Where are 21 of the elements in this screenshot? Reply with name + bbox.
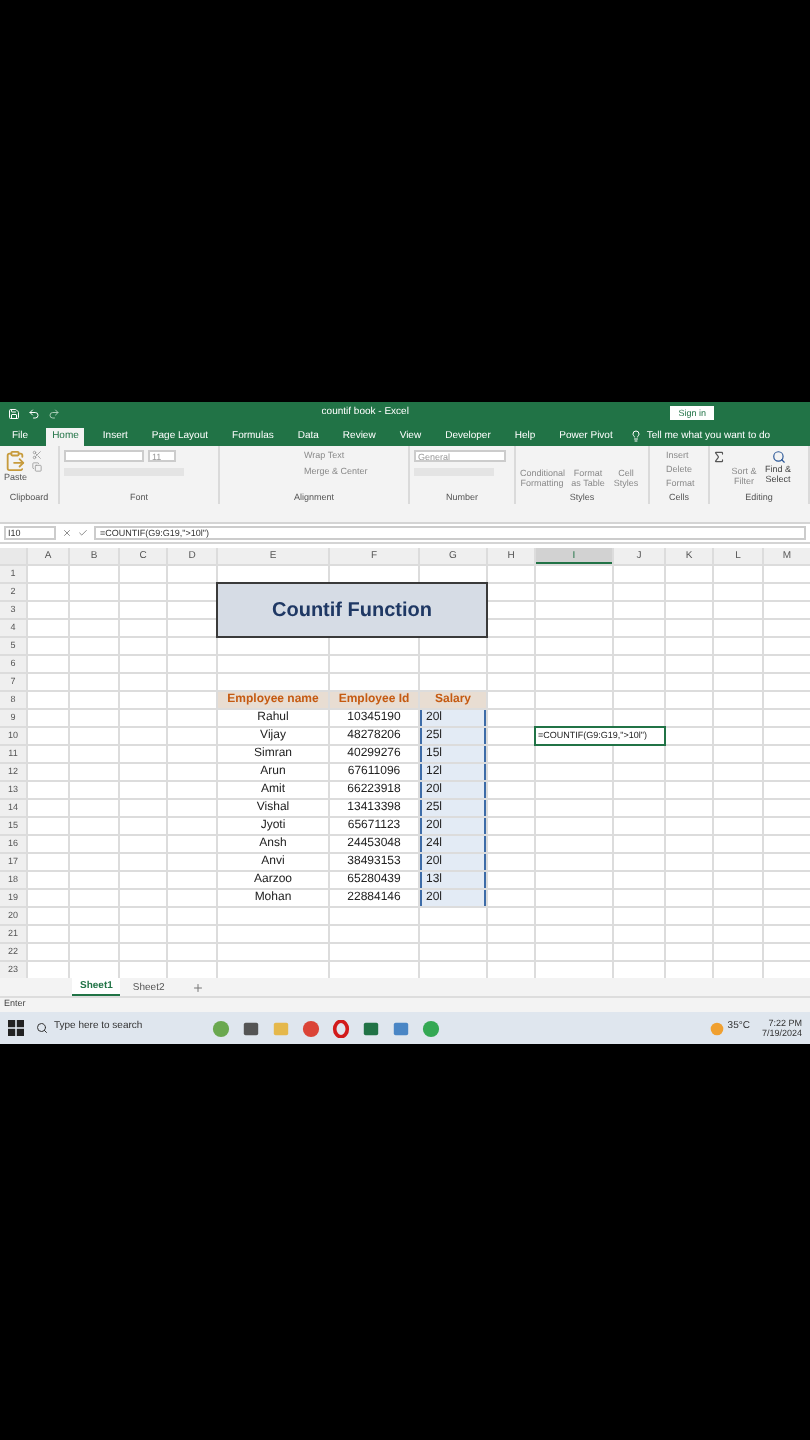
browser-icon[interactable] xyxy=(422,1019,440,1037)
copy-icon[interactable] xyxy=(31,462,42,472)
browser-icon[interactable] xyxy=(302,1019,320,1037)
lightbulb-icon xyxy=(630,430,643,442)
task-view-icon[interactable] xyxy=(242,1019,260,1037)
windows-logo-icon[interactable] xyxy=(8,1020,24,1036)
autosum-icon[interactable] xyxy=(712,450,726,464)
save-icon[interactable] xyxy=(8,407,20,419)
clipboard-icon xyxy=(4,450,27,472)
enter-icon[interactable] xyxy=(78,528,88,538)
cut-icon[interactable] xyxy=(31,450,42,460)
add-sheet-icon[interactable] xyxy=(192,981,205,993)
widget-icon[interactable] xyxy=(212,1019,230,1037)
search-icon xyxy=(771,450,785,464)
search-icon xyxy=(36,1022,48,1034)
undo-icon[interactable] xyxy=(28,407,40,419)
title-cell: Countif Function xyxy=(218,584,486,636)
opera-icon[interactable] xyxy=(332,1019,350,1037)
app-icon[interactable] xyxy=(392,1019,410,1037)
redo-icon[interactable] xyxy=(48,407,60,419)
font-name-field[interactable] xyxy=(64,450,144,462)
